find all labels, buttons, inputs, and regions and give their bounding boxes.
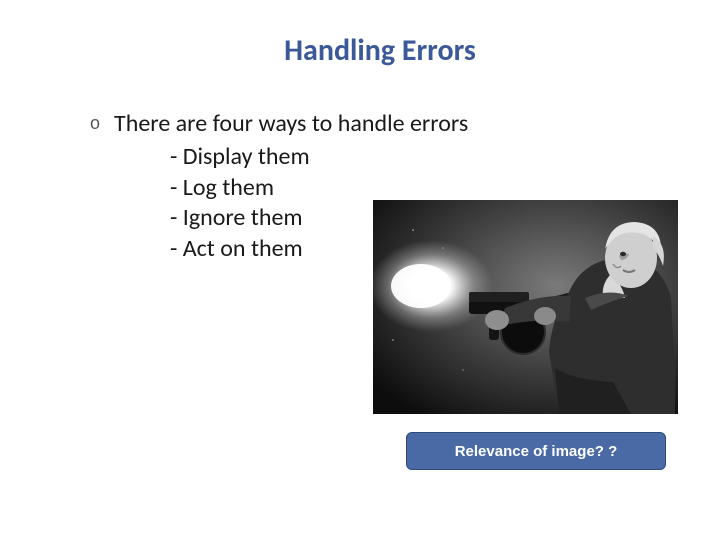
list-item: - Display them [170,142,670,173]
main-bullet-text: There are four ways to handle errors [114,109,468,138]
caption-callout: Relevance of image? ? [406,432,666,470]
main-bullet-row: o There are four ways to handle errors [90,109,670,138]
caption-text: Relevance of image? ? [455,443,618,460]
bullet-marker: o [90,113,100,134]
slide: Handling Errors o There are four ways to… [0,0,720,540]
slide-title: Handling Errors [90,32,670,69]
photo-illustration-icon [373,200,678,414]
slide-image [373,200,678,414]
list-item: - Log them [170,173,670,204]
